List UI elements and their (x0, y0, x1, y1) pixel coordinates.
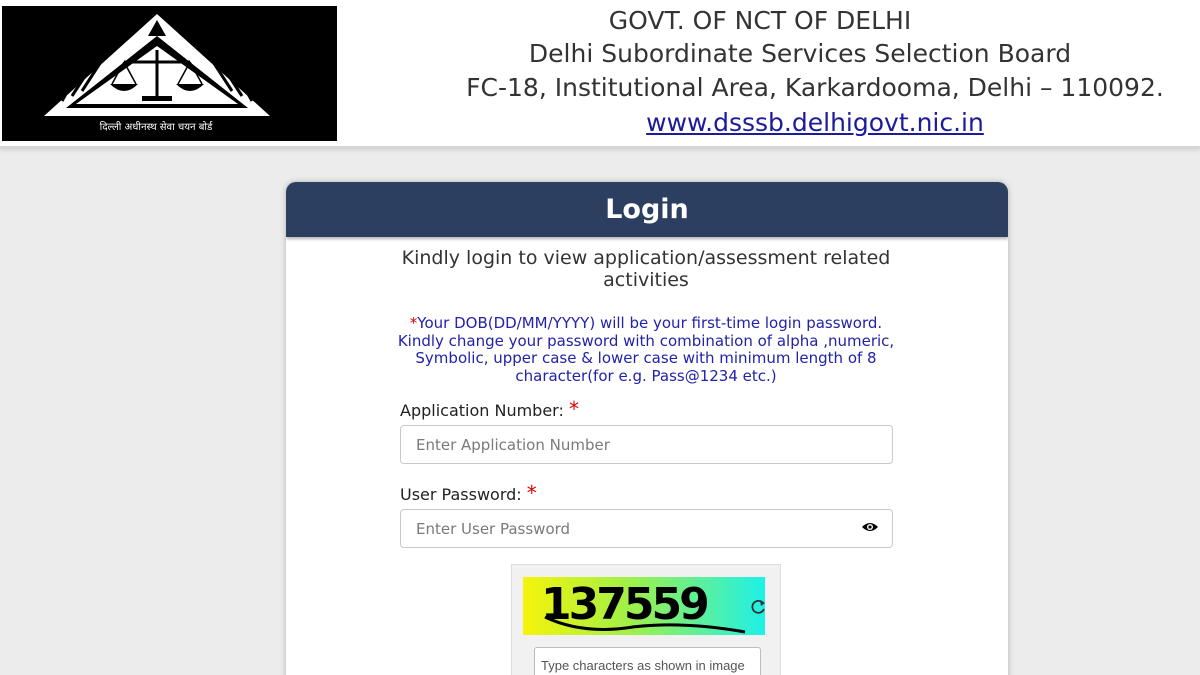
login-subtitle: Kindly login to view application/assessm… (401, 247, 891, 291)
application-number-label: Application Number: * (400, 397, 579, 421)
login-card: Login Kindly login to view application/a… (286, 182, 1008, 675)
captcha-image: 137559 (523, 577, 765, 635)
password-notice: *Your DOB(DD/MM/YYYY) will be your first… (396, 314, 896, 385)
required-mark: * (568, 397, 579, 421)
dsssb-logo: दिल्ली अधीनस्थ सेवा चयन बोर्ड (2, 6, 337, 141)
login-title: Login (286, 182, 1008, 237)
notice-text: Your DOB(DD/MM/YYYY) will be your first-… (397, 314, 895, 385)
logo-tagline: दिल्ली अधीनस्थ सेवा चयन बोर्ड (99, 122, 213, 133)
application-number-label-text: Application Number: (400, 401, 564, 420)
board-address: FC-18, Institutional Area, Karkardooma, … (466, 73, 1164, 102)
captcha-code: 137559 (541, 579, 707, 630)
refresh-icon[interactable] (749, 598, 767, 616)
site-header: दिल्ली अधीनस्थ सेवा चयन बोर्ड GOVT. OF N… (0, 0, 1200, 148)
website-link[interactable]: www.dsssb.delhigovt.nic.in (500, 108, 1130, 137)
user-password-input[interactable] (400, 509, 893, 548)
eye-icon[interactable] (861, 521, 879, 533)
captcha-input[interactable] (534, 647, 761, 675)
board-name: Delhi Subordinate Services Selection Boa… (528, 39, 1072, 68)
required-mark: * (526, 481, 537, 505)
captcha-box: 137559 (511, 564, 781, 675)
application-number-input[interactable] (400, 425, 893, 464)
user-password-label: User Password: * (400, 481, 537, 505)
user-password-label-text: User Password: (400, 485, 522, 504)
govt-title: GOVT. OF NCT OF DELHI (608, 6, 912, 35)
